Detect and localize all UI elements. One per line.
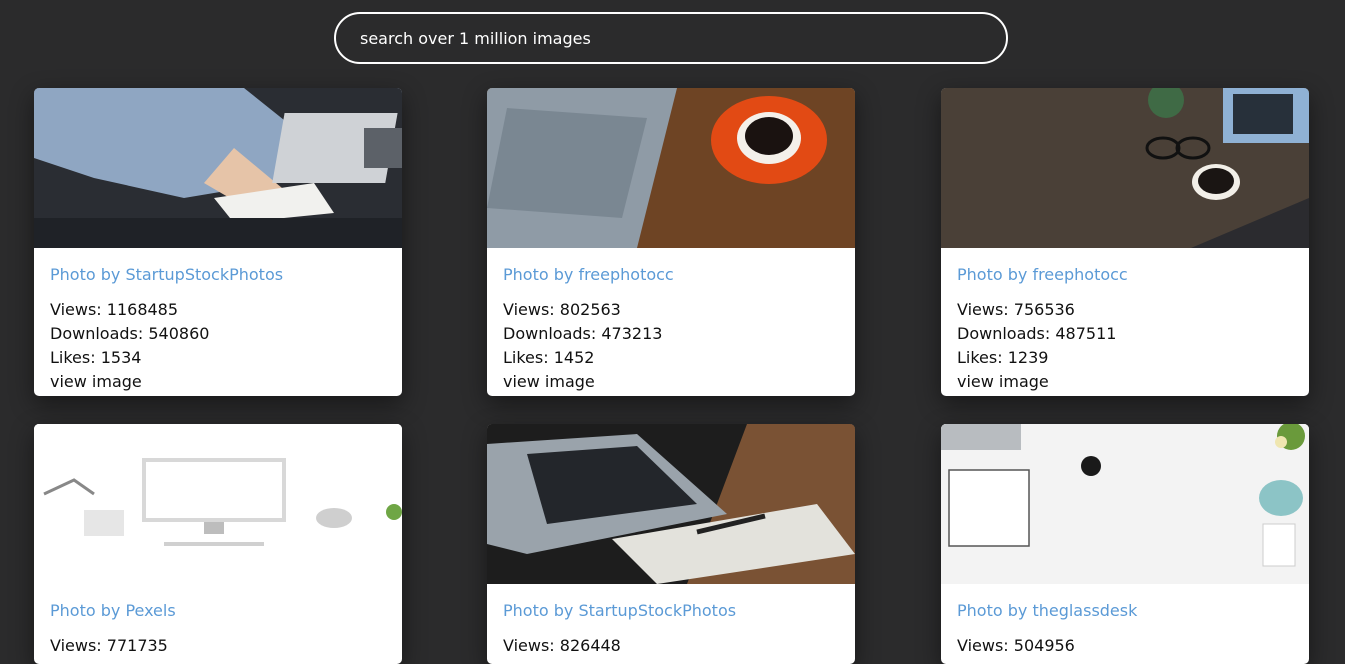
views-count: Views: 802563 (503, 300, 621, 319)
card-image[interactable] (487, 88, 855, 248)
card-image[interactable] (34, 424, 402, 584)
photographer-link[interactable]: Photo by Pexels (50, 600, 386, 622)
person-writing-illustration (34, 88, 402, 248)
photographer-link[interactable]: Photo by StartupStockPhotos (50, 264, 386, 286)
view-image-link[interactable]: view image (957, 370, 1293, 394)
views-count: Views: 504956 (957, 636, 1075, 655)
photographer-link[interactable]: Photo by StartupStockPhotos (503, 600, 839, 622)
image-card: Photo by StartupStockPhotos Views: 82644… (487, 424, 855, 664)
photographer-link[interactable]: Photo by theglassdesk (957, 600, 1293, 622)
card-image[interactable] (487, 424, 855, 584)
white-desk-flatlay-illustration (941, 424, 1309, 584)
search-input[interactable] (334, 12, 1008, 64)
image-card: Photo by freephotocc Views: 802563 Downl… (487, 88, 855, 396)
image-card: Photo by StartupStockPhotos Views: 11684… (34, 88, 402, 396)
views-count: Views: 1168485 (50, 300, 179, 319)
card-image[interactable] (34, 88, 402, 248)
downloads-count: Downloads: 487511 (957, 324, 1117, 343)
image-card: Photo by theglassdesk Views: 504956 (941, 424, 1309, 664)
views-count: Views: 756536 (957, 300, 1075, 319)
laptop-coffee-illustration (487, 88, 855, 248)
view-image-link[interactable]: view image (50, 370, 386, 394)
image-card: Photo by freephotocc Views: 756536 Downl… (941, 88, 1309, 396)
desk-glasses-illustration (941, 88, 1309, 248)
photographer-link[interactable]: Photo by freephotocc (957, 264, 1293, 286)
likes-count: Likes: 1534 (50, 348, 142, 367)
imac-desk-illustration (34, 424, 402, 584)
view-image-link[interactable]: view image (503, 370, 839, 394)
downloads-count: Downloads: 540860 (50, 324, 210, 343)
downloads-count: Downloads: 473213 (503, 324, 663, 343)
search-bar (334, 12, 1008, 64)
card-image[interactable] (941, 424, 1309, 584)
views-count: Views: 826448 (503, 636, 621, 655)
likes-count: Likes: 1239 (957, 348, 1049, 367)
likes-count: Likes: 1452 (503, 348, 595, 367)
image-card: Photo by Pexels Views: 771735 (34, 424, 402, 664)
card-image[interactable] (941, 88, 1309, 248)
photographer-link[interactable]: Photo by freephotocc (503, 264, 839, 286)
views-count: Views: 771735 (50, 636, 168, 655)
laptop-notebook-illustration (487, 424, 855, 584)
